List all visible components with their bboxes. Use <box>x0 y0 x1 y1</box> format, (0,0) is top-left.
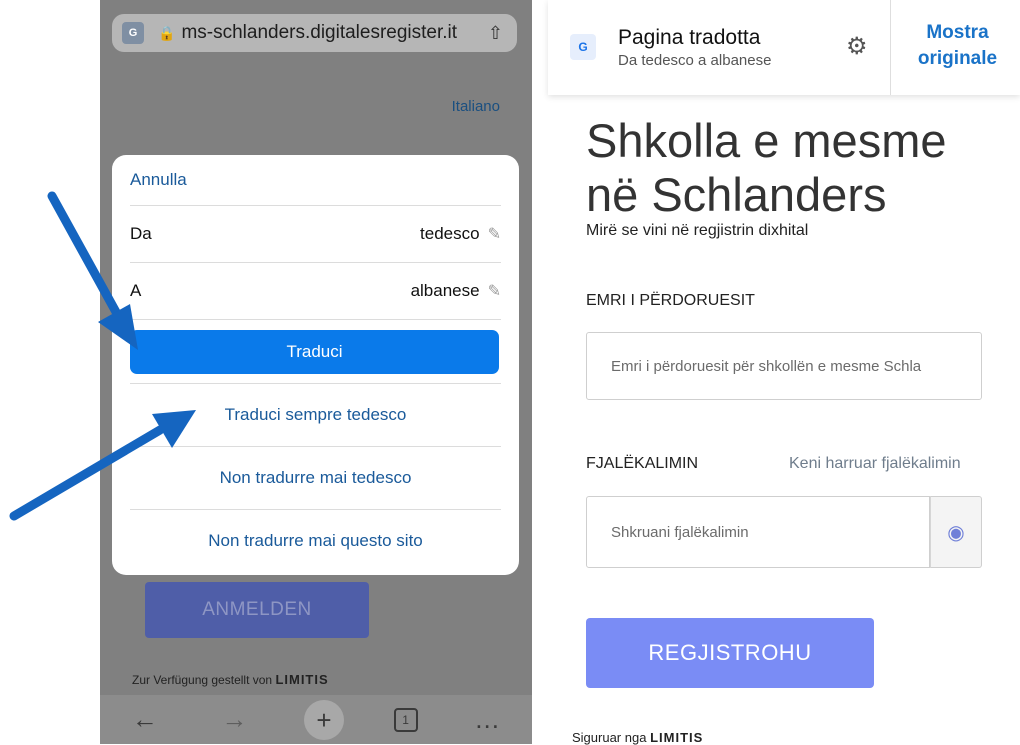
annotation-arrows <box>9 191 196 521</box>
password-input[interactable]: Shkruani fjalëkalimin <box>586 496 930 568</box>
google-translate-icon: G <box>570 34 596 60</box>
school-title-line2: në Schlanders <box>586 168 887 221</box>
show-original-button[interactable]: Mostra originale <box>900 20 1015 72</box>
username-label: EMRI I PËRDORUESIT <box>586 292 755 309</box>
forgot-password-link[interactable]: Keni harruar fjalëkalimin <box>789 455 961 473</box>
password-label: FJALËKALIMIN <box>586 455 699 472</box>
welcome-text: Mirë se vini në regjistrin dixhital <box>586 222 809 239</box>
show-original-line1: Mostra <box>926 22 989 43</box>
eye-icon[interactable]: ◉ <box>930 496 982 568</box>
translated-title: Pagina tradotta <box>618 26 761 49</box>
divider <box>890 0 891 95</box>
register-button[interactable]: REGJISTROHU <box>586 618 874 688</box>
secured-by: Siguruar nga LIMITIS <box>572 730 703 745</box>
brand-logo: LIMITIS <box>650 730 704 745</box>
username-input[interactable]: Emri i përdoruesit për shkollën e mesme … <box>586 332 982 400</box>
arrow-to-always-translate <box>9 410 196 521</box>
show-original-line2: originale <box>917 48 998 69</box>
gear-icon[interactable]: ⚙ <box>846 32 868 61</box>
translation-bar: G Pagina tradotta Da tedesco a albanese … <box>548 0 1020 95</box>
school-title-line1: Shkolla e mesme <box>586 114 947 167</box>
school-title: Shkolla e mesme në Schlanders <box>586 114 947 222</box>
translated-subtitle: Da tedesco a albanese <box>618 52 772 69</box>
right-screenshot: G Pagina tradotta Da tedesco a albanese … <box>548 0 1020 745</box>
arrow-to-translate <box>47 191 138 350</box>
secured-by-text: Siguruar nga <box>572 730 647 745</box>
